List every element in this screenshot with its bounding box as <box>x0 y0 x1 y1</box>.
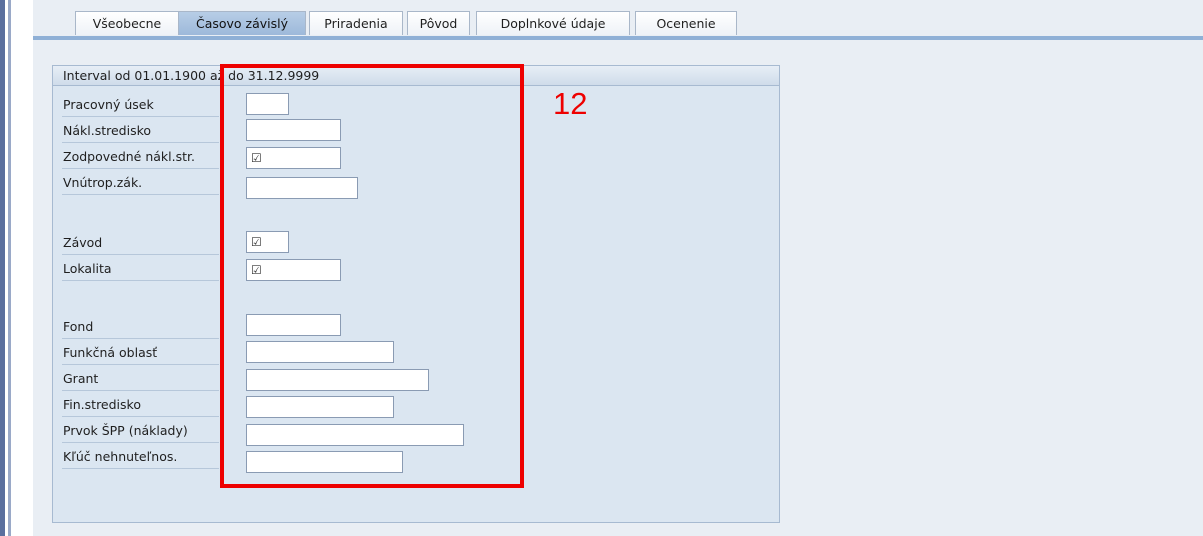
annotation-number: 12 <box>553 86 588 121</box>
label-prvok-spp: Prvok ŠPP (náklady) <box>62 419 219 443</box>
label-fin-stredisko: Fin.stredisko <box>62 393 219 417</box>
label-pracovny-usek: Pracovný úsek <box>62 93 219 117</box>
label-zavod: Závod <box>62 231 219 255</box>
tab-underline <box>33 36 1203 40</box>
label-zodpovedne-nakl-str: Zodpovedné nákl.str. <box>62 145 219 169</box>
tab-casovo-zavisly[interactable]: Časovo závislý <box>178 11 306 35</box>
annotation-highlight-box <box>220 64 524 488</box>
label-fond: Fond <box>62 315 219 339</box>
tab-povod[interactable]: Pôvod <box>407 11 470 35</box>
label-vnutrop-zak: Vnútrop.zák. <box>62 171 219 195</box>
label-nakl-stredisko: Nákl.stredisko <box>62 119 219 143</box>
label-lokalita: Lokalita <box>62 257 219 281</box>
tab-ocenenie[interactable]: Ocenenie <box>635 11 737 35</box>
tabstrip: Všeobecne Časovo závislý Priradenia Pôvo… <box>33 11 1203 37</box>
label-grant: Grant <box>62 367 219 391</box>
window-border-inner <box>8 0 11 536</box>
tab-vseobecne[interactable]: Všeobecne <box>75 11 179 35</box>
tab-priradenia[interactable]: Priradenia <box>309 11 403 35</box>
label-kluc-nehnutelnos: Kľúč nehnuteľnos. <box>62 445 219 469</box>
label-funkcna-oblast: Funkčná oblasť <box>62 341 219 365</box>
window-border <box>0 0 5 536</box>
tab-doplnkove-udaje[interactable]: Doplnkové údaje <box>476 11 630 35</box>
